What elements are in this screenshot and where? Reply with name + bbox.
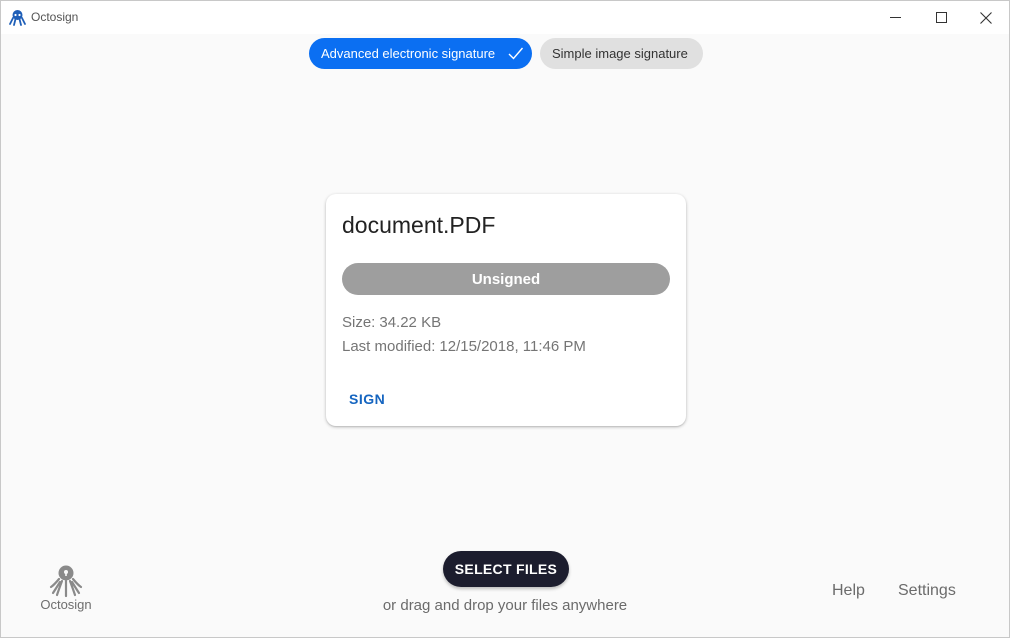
file-size-value: 34.22 KB [379,314,442,331]
minimize-button[interactable] [872,1,918,34]
octopus-icon [9,9,26,26]
close-icon [980,11,992,24]
simple-signature-chip[interactable]: Simple image signature [540,38,703,69]
maximize-button[interactable] [918,1,964,34]
file-modified-label: Last modified: [342,338,436,355]
close-button[interactable] [963,1,1009,34]
status-badge: Unsigned [342,263,670,295]
settings-link[interactable]: Settings [898,582,956,600]
file-size-label: Size: [342,314,376,331]
file-name: document.PDF [342,212,496,238]
sign-button[interactable]: SIGN [340,387,394,411]
octopus-logo-icon [49,565,83,598]
help-link[interactable]: Help [832,582,865,600]
select-files-button[interactable]: SELECT FILES [443,551,569,587]
app-window: Octosign Advanced electronic signature S… [0,0,1010,638]
minimize-icon [889,12,901,23]
simple-signature-label: Simple image signature [552,46,688,61]
window-title: Octosign [31,10,79,24]
file-size: Size: 34.22 KB [342,314,441,331]
file-modified-value: 12/15/2018, 11:46 PM [439,338,586,355]
maximize-icon [935,12,947,23]
check-icon [507,45,524,65]
advanced-signature-label: Advanced electronic signature [321,46,496,61]
title-bar: Octosign [1,1,1009,34]
file-modified: Last modified: 12/15/2018, 11:46 PM [342,338,586,355]
file-card: document.PDF Unsigned Size: 34.22 KB Last… [326,194,686,426]
advanced-signature-chip[interactable]: Advanced electronic signature [309,38,532,69]
